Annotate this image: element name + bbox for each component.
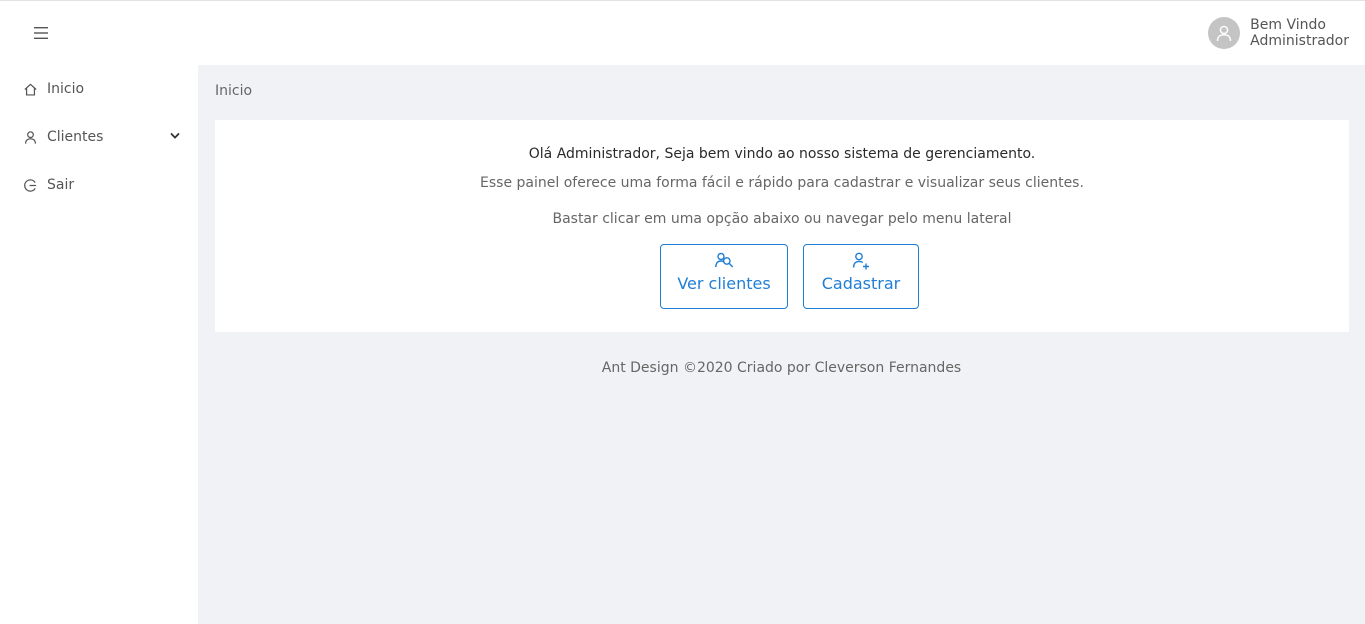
main-content: Inicio Olá Administrador, Seja bem vindo… — [198, 65, 1365, 624]
sidebar-item-inicio[interactable]: Inicio — [0, 69, 198, 109]
footer-text: Ant Design ©2020 Criado por Cleverson Fe… — [601, 360, 962, 376]
welcome-card: Olá Administrador, Seja bem vindo ao nos… — [215, 120, 1349, 332]
user-add-icon — [852, 252, 869, 270]
user-name: Administrador — [1250, 33, 1349, 49]
menu-toggle-button[interactable] — [29, 21, 53, 45]
sidebar-item-clientes[interactable]: Clientes — [0, 117, 198, 157]
home-icon — [22, 81, 38, 97]
sidebar-item-sair[interactable]: Sair — [0, 165, 198, 205]
sidebar: Inicio Clientes Sair — [0, 65, 198, 624]
sidebar-item-label: Clientes — [47, 129, 104, 145]
logout-icon — [22, 177, 38, 193]
hint-text: Bastar clicar em uma opção abaixo ou nav… — [552, 211, 1012, 227]
register-button[interactable]: Cadastrar — [803, 244, 919, 309]
welcome-message: Olá Administrador, Seja bem vindo ao nos… — [528, 146, 1036, 162]
header: Bem Vindo Administrador — [0, 1, 1365, 65]
user-greeting: Bem Vindo Administrador — [1250, 17, 1349, 49]
breadcrumb: Inicio — [215, 83, 253, 99]
view-clients-button[interactable]: Ver clientes — [660, 244, 788, 309]
sidebar-item-label: Sair — [47, 177, 75, 193]
chevron-down-icon — [170, 133, 180, 139]
hamburger-icon — [34, 27, 48, 39]
team-icon — [715, 252, 733, 268]
user-avatar-icon — [1216, 25, 1232, 42]
user-greeting-line: Bem Vindo — [1250, 17, 1326, 33]
view-clients-label: Ver clientes — [677, 274, 771, 293]
register-label: Cadastrar — [821, 274, 901, 293]
user-icon — [22, 129, 38, 145]
avatar[interactable] — [1208, 17, 1241, 49]
description-text: Esse painel oferece uma forma fácil e rá… — [480, 175, 1084, 191]
sidebar-item-label: Inicio — [47, 81, 85, 97]
user-menu[interactable]: Bem Vindo Administrador — [1208, 16, 1349, 50]
